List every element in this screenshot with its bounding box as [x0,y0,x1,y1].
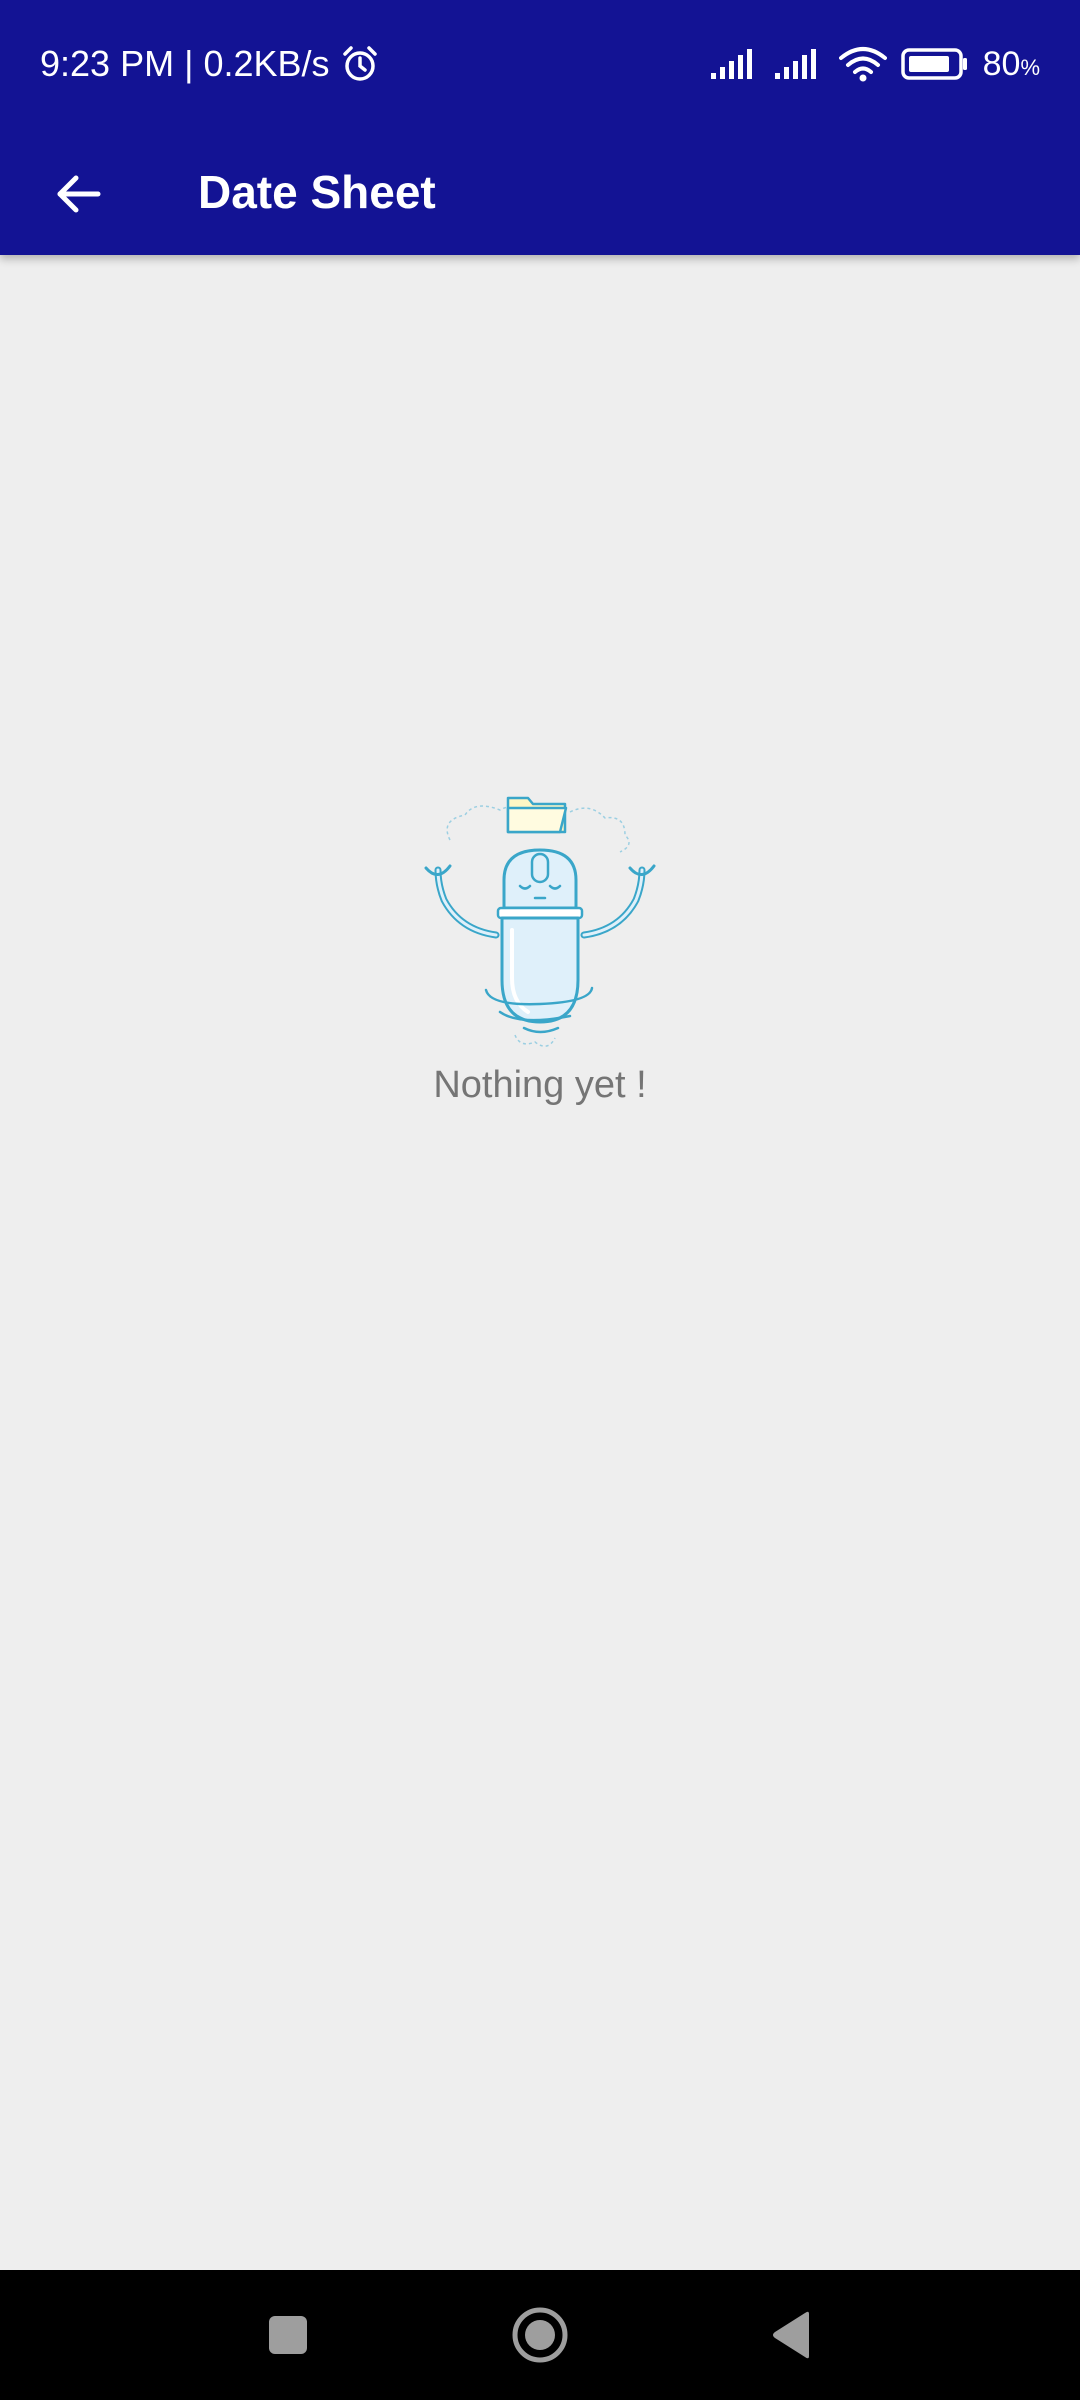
alarm-clock-icon [340,44,380,84]
status-left: 9:23 PM | 0.2KB/s [40,38,380,90]
network-speed: 0.2KB/s [203,43,330,84]
status-separator: | [184,43,194,84]
circle-home-icon [510,2305,570,2365]
status-time: 9:23 PM [40,43,175,84]
top-header: 9:23 PM | 0.2KB/s 80% Date Sheet [0,0,1080,255]
battery-icon [900,47,969,81]
triangle-back-icon [769,2310,815,2360]
battery-level-unit: % [1020,54,1040,80]
system-nav-bar [0,2270,1080,2400]
recents-button[interactable] [248,2295,328,2375]
nav-back-button[interactable] [752,2295,832,2375]
page-title: Date Sheet [198,166,436,218]
empty-state-message: Nothing yet ! [433,1064,647,1106]
empty-state: Nothing yet ! [0,790,1080,1107]
back-button[interactable] [30,146,126,242]
battery-level-value: 80 [982,44,1021,83]
square-icon [266,2313,310,2357]
app-bar: Date Sheet [0,128,1080,255]
battery-level: 80% [983,45,1040,84]
signal-bars-icon [710,47,761,81]
status-right: 80% [710,38,1040,90]
arrow-back-icon [52,168,104,220]
home-button[interactable] [500,2295,580,2375]
robot-folder-illustration [420,790,660,1060]
screen: 9:23 PM | 0.2KB/s 80% Date Sheet Nothing… [0,0,1080,2400]
signal-bars-icon [774,47,825,81]
wifi-icon [838,46,887,82]
status-bar: 9:23 PM | 0.2KB/s 80% [0,0,1080,128]
